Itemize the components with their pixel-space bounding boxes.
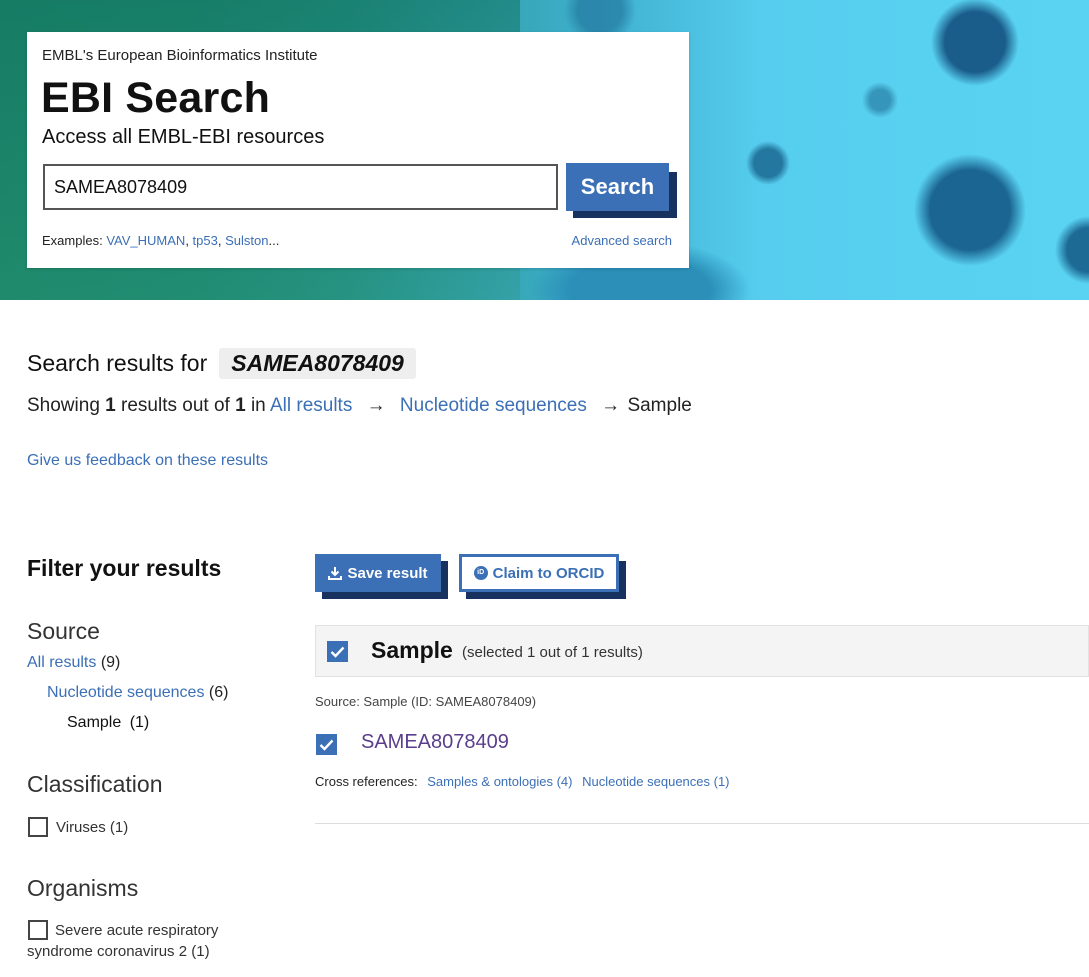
viruses-label: Viruses (1) [56, 819, 129, 836]
feedback-link[interactable]: Give us feedback on these results [27, 452, 268, 470]
result-checkbox[interactable] [316, 734, 337, 755]
source-line: Source: Sample (ID: SAMEA8078409) [315, 694, 537, 709]
orcid-icon: iD [473, 566, 488, 580]
save-result-button[interactable]: Save result [315, 554, 441, 592]
facet-title-source: Source [27, 618, 100, 644]
facet-count: (9) [100, 654, 121, 671]
search-input[interactable] [43, 164, 558, 210]
facet-all-results[interactable]: All results (9) [27, 654, 120, 672]
example-link[interactable]: Sulston [225, 233, 268, 248]
org-name: EMBL's European Bioinformatics Institute [42, 47, 318, 64]
xrefs-label: Cross references: [315, 774, 418, 789]
hero-banner: EMBL's European Bioinformatics Institute… [0, 0, 1089, 300]
claim-orcid-label: Claim to ORCID [492, 564, 605, 582]
xref-nucleotide-sequences[interactable]: Nucleotide sequences (1) [582, 774, 729, 789]
save-result-label: Save result [347, 564, 428, 582]
divider [315, 823, 1089, 824]
results-heading: Search results for SAMEA8078409 [27, 348, 416, 379]
download-icon [328, 567, 343, 580]
page-subtitle: Access all EMBL-EBI resources [42, 126, 325, 148]
facet-all-results-label[interactable]: All results [27, 654, 96, 671]
search-card: EMBL's European Bioinformatics Institute… [27, 32, 689, 268]
result-total: 1 [235, 395, 246, 416]
facet-count: (6) [208, 684, 229, 701]
advanced-search-link[interactable]: Advanced search [572, 233, 672, 248]
facet-nucleotide-label[interactable]: Nucleotide sequences [47, 684, 204, 701]
facet-sample-label: Sample [67, 714, 122, 731]
select-all-checkbox[interactable] [327, 641, 348, 662]
result-group-selection: (selected 1 out of 1 results) [462, 644, 643, 661]
arrow-icon: → [601, 395, 621, 416]
examples-ellipsis: ... [268, 233, 280, 248]
result-title-link[interactable]: SAMEA8078409 [361, 731, 509, 754]
result-count: 1 [105, 395, 116, 416]
example-link[interactable]: VAV_HUMAN [106, 233, 185, 248]
viruses-checkbox[interactable] [28, 817, 48, 837]
query-pill: SAMEA8078409 [219, 348, 416, 379]
claim-orcid-button[interactable]: iD Claim to ORCID [459, 554, 619, 592]
results-heading-label: Search results for [27, 350, 208, 376]
page-title: EBI Search [41, 74, 271, 122]
checkmark-icon [330, 646, 345, 658]
arrow-icon: → [366, 395, 386, 416]
examples: Examples: VAV_HUMAN, tp53, Sulston... [42, 233, 280, 248]
breadcrumb-nucleotide-sequences[interactable]: Nucleotide sequences [400, 395, 587, 416]
facet-nucleotide-sequences[interactable]: Nucleotide sequences (6) [47, 684, 228, 702]
examples-label: Examples: [42, 233, 103, 248]
example-link[interactable]: tp53 [193, 233, 218, 248]
breadcrumb-all-results[interactable]: All results [270, 395, 352, 416]
search-button[interactable]: Search [566, 163, 669, 211]
cross-references: Cross references: Samples & ontologies (… [315, 774, 730, 789]
facet-sample-current: Sample (1) [67, 714, 149, 732]
results-summary: Showing 1 results out of 1 in All result… [27, 395, 692, 417]
results-out-of: results out of [121, 395, 230, 416]
filter-title: Filter your results [27, 555, 222, 581]
in-label: in [250, 395, 266, 416]
breadcrumb-sample: Sample [627, 395, 692, 416]
result-group-header: Sample (selected 1 out of 1 results) [315, 625, 1089, 677]
facet-title-organisms: Organisms [27, 875, 139, 901]
facet-count: (1) [129, 714, 150, 731]
result-group-title: Sample [371, 637, 453, 663]
sars-cov-2-label: Severe acute respiratory syndrome corona… [27, 922, 219, 960]
checkmark-icon [319, 739, 334, 751]
xref-samples-ontologies[interactable]: Samples & ontologies (4) [427, 774, 572, 789]
facet-title-classification: Classification [27, 771, 163, 797]
showing-prefix: Showing [27, 395, 100, 416]
